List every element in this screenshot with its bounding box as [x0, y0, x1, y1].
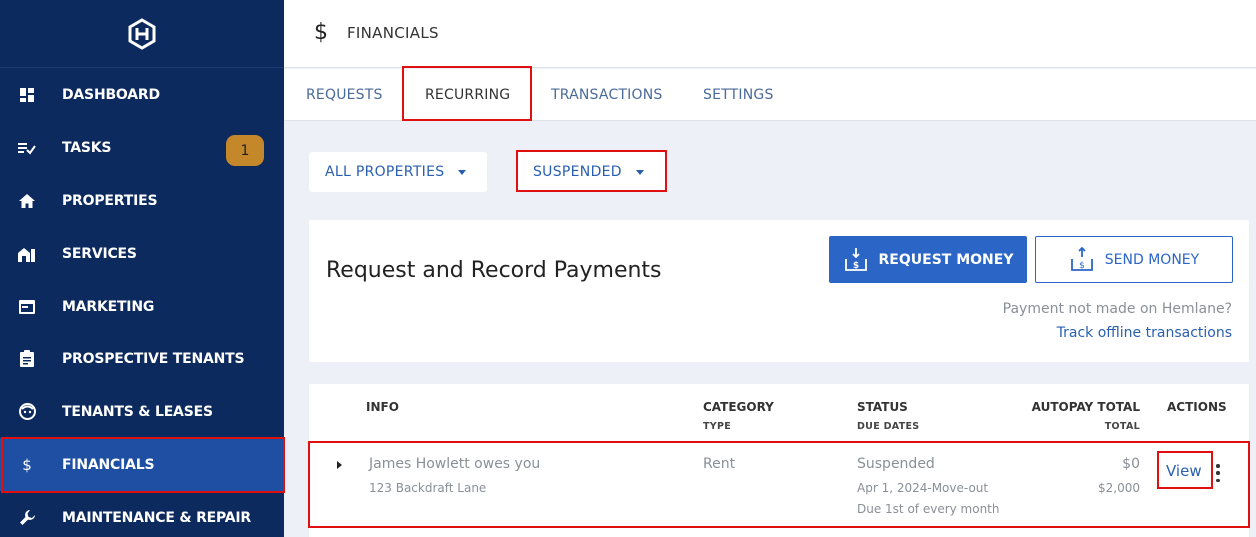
download-money-icon: $: [844, 247, 867, 271]
card-heading: Request and Record Payments: [326, 258, 662, 283]
sidebar-item-label: DASHBOARD: [62, 86, 160, 103]
svg-text:$: $: [852, 261, 858, 271]
col-subheader-due-dates: DUE DATES: [857, 421, 920, 432]
tasks-count-badge: 1: [226, 135, 264, 166]
row-schedule: Due 1st of every month: [857, 502, 1000, 516]
sidebar-item-financials[interactable]: $ FINANCIALS: [0, 438, 284, 491]
sidebar-item-tasks[interactable]: TASKS 1: [0, 121, 284, 174]
sidebar-item-maintenance-repair[interactable]: MAINTENANCE & REPAIR: [0, 491, 284, 537]
tab-requests[interactable]: REQUESTS: [306, 69, 383, 121]
col-header-category: CATEGORY: [703, 400, 774, 414]
sidebar: DASHBOARD TASKS 1 PROPERTIES SERVICES MA…: [0, 0, 284, 537]
col-header-actions: ACTIONS: [1167, 400, 1227, 414]
dollar-icon: $: [314, 20, 328, 45]
row-status: Suspended: [857, 456, 935, 472]
col-header-status: STATUS: [857, 400, 908, 414]
row-address: 123 Backdraft Lane: [369, 481, 487, 495]
sidebar-item-dashboard[interactable]: DASHBOARD: [0, 68, 284, 121]
send-money-button[interactable]: $ SEND MONEY: [1035, 236, 1233, 283]
marketing-icon: [17, 297, 37, 317]
send-money-label: SEND MONEY: [1104, 251, 1200, 268]
sidebar-item-label: MARKETING: [62, 298, 155, 315]
col-header-autopay-total: AUTOPAY TOTAL: [1031, 400, 1140, 414]
status-filter-dropdown[interactable]: SUSPENDED: [517, 152, 665, 192]
offline-payment-note: Payment not made on Hemlane?: [1002, 301, 1232, 317]
row-autopay-amount: $0: [1122, 456, 1140, 472]
col-subheader-total: TOTAL: [1104, 421, 1140, 432]
more-options-icon[interactable]: [1212, 464, 1224, 482]
tasks-icon: [17, 138, 37, 158]
hemlane-logo-icon[interactable]: [126, 17, 158, 50]
caret-down-icon: [635, 169, 644, 175]
sidebar-item-properties[interactable]: PROPERTIES: [0, 174, 284, 227]
row-title: James Howlett owes you: [369, 456, 541, 472]
tab-bar: REQUESTS RECURRING TRANSACTIONS SETTINGS: [284, 69, 1256, 121]
property-filter-label: ALL PROPERTIES: [325, 164, 445, 180]
row-due-dates: Apr 1, 2024-Move-out: [857, 481, 989, 495]
row-total-amount: $2,000: [1098, 481, 1140, 495]
payments-card: Request and Record Payments $ REQUEST MO…: [309, 220, 1249, 362]
col-subheader-type: TYPE: [703, 421, 732, 432]
tab-transactions[interactable]: TRANSACTIONS: [551, 69, 662, 121]
upload-money-icon: $: [1070, 246, 1093, 271]
request-money-button[interactable]: $ REQUEST MONEY: [829, 236, 1027, 283]
status-filter-label: SUSPENDED: [533, 164, 622, 180]
page-header: $ FINANCIALS: [284, 0, 1256, 68]
tab-settings[interactable]: SETTINGS: [703, 69, 774, 121]
face-icon: [17, 402, 37, 422]
services-icon: [17, 244, 37, 264]
svg-text:$: $: [1079, 261, 1085, 271]
expand-row-icon[interactable]: [337, 461, 342, 469]
tab-recurring[interactable]: RECURRING: [425, 69, 510, 121]
view-link[interactable]: View: [1166, 462, 1202, 480]
home-icon: [17, 191, 37, 211]
sidebar-item-label: SERVICES: [62, 245, 137, 262]
sidebar-item-label: PROSPECTIVE TENANTS: [62, 350, 245, 367]
caret-down-icon: [458, 169, 467, 175]
row-category: Rent: [703, 456, 736, 472]
col-header-info: INFO: [366, 400, 399, 414]
sidebar-item-label: PROPERTIES: [62, 192, 158, 209]
sidebar-item-services[interactable]: SERVICES: [0, 227, 284, 280]
wrench-icon: [17, 508, 37, 528]
sidebar-item-label: FINANCIALS: [62, 456, 155, 473]
clipboard-icon: [17, 349, 37, 369]
recurring-table: INFO CATEGORY TYPE STATUS DUE DATES AUTO…: [309, 384, 1249, 537]
property-filter-dropdown[interactable]: ALL PROPERTIES: [309, 152, 487, 192]
track-offline-link[interactable]: Track offline transactions: [1057, 325, 1232, 341]
sidebar-item-prospective-tenants[interactable]: PROSPECTIVE TENANTS: [0, 332, 284, 385]
logo-area: [0, 0, 284, 68]
dashboard-icon: [17, 85, 37, 105]
sidebar-item-label: TENANTS & LEASES: [62, 403, 213, 420]
sidebar-item-label: MAINTENANCE & REPAIR: [62, 509, 252, 526]
sidebar-item-label: TASKS: [62, 139, 112, 156]
page-title: FINANCIALS: [347, 24, 439, 42]
dollar-icon: $: [22, 455, 32, 474]
request-money-label: REQUEST MONEY: [878, 251, 1014, 268]
sidebar-item-tenants-leases[interactable]: TENANTS & LEASES: [0, 385, 284, 438]
sidebar-item-marketing[interactable]: MARKETING: [0, 280, 284, 333]
